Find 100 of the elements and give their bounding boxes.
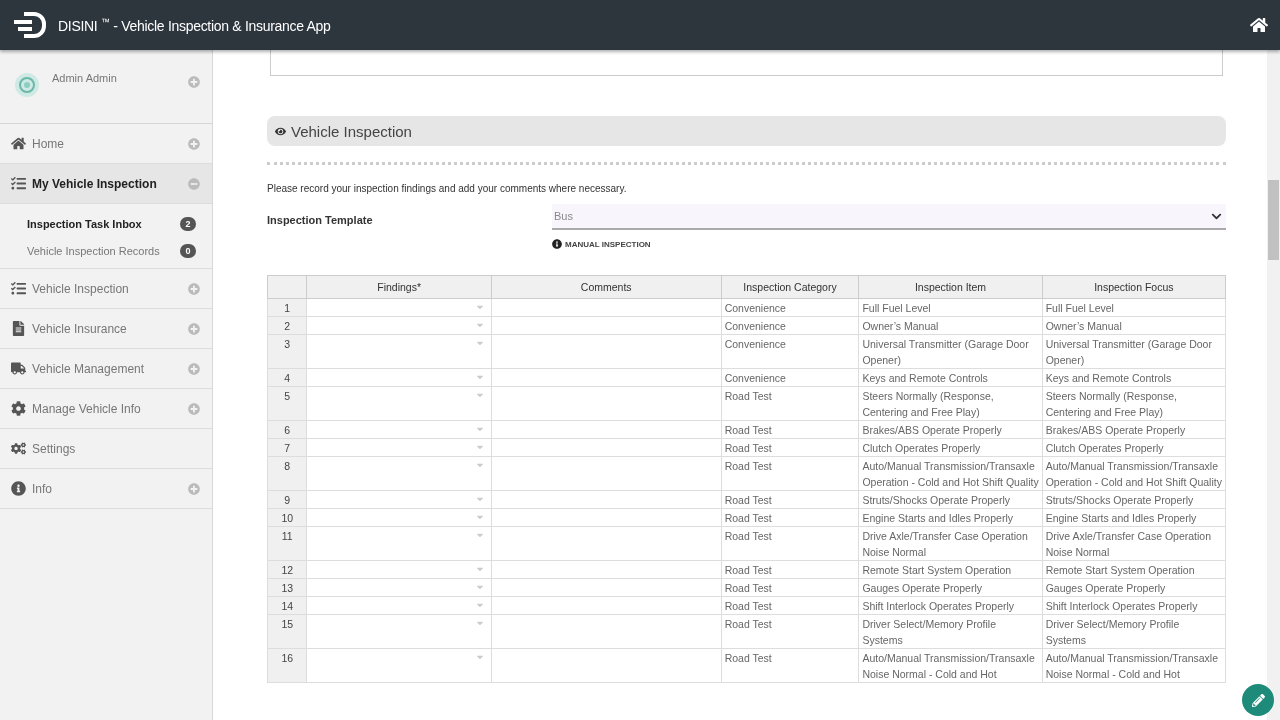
table-cell: Road Test — [721, 578, 859, 597]
user-name: Admin Admin — [52, 72, 118, 84]
collapse-icon[interactable] — [188, 177, 200, 190]
findings-select[interactable] — [307, 438, 492, 457]
sidebar-item[interactable]: Vehicle Management — [0, 349, 212, 389]
checklist-icon — [10, 281, 26, 296]
row-number: 11 — [267, 526, 307, 561]
template-select[interactable]: Bus — [552, 204, 1226, 230]
findings-select[interactable] — [307, 298, 492, 317]
sidebar-item[interactable]: Info — [0, 469, 212, 509]
findings-select[interactable] — [307, 490, 492, 509]
table-cell: Driver Select/Memory Profile Systems — [858, 614, 1043, 649]
expand-icon[interactable] — [188, 362, 200, 375]
comment-cell[interactable] — [491, 298, 722, 317]
table-cell: Keys and Remote Controls — [858, 368, 1043, 387]
findings-select[interactable] — [307, 316, 492, 335]
comment-cell[interactable] — [491, 614, 722, 649]
pencil-icon — [1251, 693, 1265, 707]
findings-select[interactable] — [307, 368, 492, 387]
table-cell: Engine Starts and Idles Properly — [1042, 508, 1226, 527]
findings-select[interactable] — [307, 596, 492, 615]
findings-select[interactable] — [307, 526, 492, 561]
table-cell: Shift Interlock Operates Properly — [1042, 596, 1226, 615]
findings-select[interactable] — [307, 386, 492, 421]
table-cell: Road Test — [721, 420, 859, 439]
table-cell: Road Test — [721, 386, 859, 421]
comment-cell[interactable] — [491, 386, 722, 421]
gears-icon — [10, 441, 26, 456]
comment-cell[interactable] — [491, 456, 722, 491]
findings-select[interactable] — [307, 578, 492, 597]
document-icon — [10, 321, 26, 336]
expand-icon[interactable] — [188, 322, 200, 335]
column-header: Inspection Category — [721, 275, 859, 299]
sidebar-item[interactable]: Vehicle Insurance — [0, 309, 212, 349]
comment-cell[interactable] — [491, 334, 722, 369]
findings-select[interactable] — [307, 420, 492, 439]
findings-select[interactable] — [307, 648, 492, 683]
findings-select[interactable] — [307, 560, 492, 579]
table-cell: Full Fuel Level — [1042, 298, 1226, 317]
expand-icon[interactable] — [188, 76, 200, 88]
logo-icon — [12, 11, 48, 39]
table-cell: Auto/Manual Transmission/Transaxle Noise Normal - Cold and Hot — [1042, 648, 1226, 683]
submenu-item[interactable]: Inspection Task Inbox 2 — [0, 210, 212, 237]
field-label: Inspection Template — [267, 214, 374, 228]
findings-select[interactable] — [307, 614, 492, 649]
table-cell: Owner’s Manual — [1042, 316, 1226, 335]
sidebar-item[interactable]: Settings — [0, 429, 212, 469]
table-cell: Road Test — [721, 614, 859, 649]
sidebar-item[interactable]: Manage Vehicle Info — [0, 389, 212, 429]
table-cell: Shift Interlock Operates Properly — [858, 596, 1043, 615]
findings-select[interactable] — [307, 334, 492, 369]
row-number: 8 — [267, 456, 307, 491]
comment-cell[interactable] — [491, 578, 722, 597]
table-cell: Driver Select/Memory Profile Systems — [1042, 614, 1226, 649]
table-cell: Steers Normally (Response, Centering and Free Play) — [858, 386, 1043, 421]
row-number: 15 — [267, 614, 307, 649]
avatar-icon — [14, 72, 40, 98]
comment-cell[interactable] — [491, 368, 722, 387]
findings-select[interactable] — [307, 508, 492, 527]
home-icon — [10, 136, 26, 151]
sidebar-item[interactable]: Vehicle Inspection — [0, 269, 212, 309]
expand-icon[interactable] — [188, 137, 200, 150]
scrollbar[interactable] — [1267, 50, 1280, 720]
comment-cell[interactable] — [491, 526, 722, 561]
edit-button[interactable] — [1242, 684, 1274, 716]
comment-cell[interactable] — [491, 438, 722, 457]
expand-icon[interactable] — [188, 482, 200, 495]
table-cell: Universal Transmitter (Garage Door Opener) — [1042, 334, 1226, 369]
table-cell: Clutch Operates Properly — [1042, 438, 1226, 457]
submenu-item[interactable]: Vehicle Inspection Records 0 — [0, 237, 212, 264]
instructions-text: Please record your inspection findings and add your comments where necessary. — [267, 183, 628, 194]
table-cell: Road Test — [721, 596, 859, 615]
expand-icon[interactable] — [188, 402, 200, 415]
settings-icon — [10, 401, 26, 416]
table-cell: Brakes/ABS Operate Properly — [1042, 420, 1226, 439]
table-cell: Struts/Shocks Operate Properly — [1042, 490, 1226, 509]
comment-cell[interactable] — [491, 316, 722, 335]
column-header: Inspection Item — [858, 275, 1043, 299]
expand-icon[interactable] — [188, 282, 200, 295]
home-icon[interactable] — [1250, 16, 1268, 34]
comment-cell[interactable] — [491, 490, 722, 509]
table-cell: Gauges Operate Properly — [1042, 578, 1226, 597]
table-cell: Universal Transmitter (Garage Door Opener) — [858, 334, 1043, 369]
comment-cell[interactable] — [491, 420, 722, 439]
note-text: MANUAL INSPECTION — [565, 239, 651, 249]
truck-icon — [10, 361, 26, 376]
table-cell: Remote Start System Operation — [1042, 560, 1226, 579]
table-cell: Road Test — [721, 560, 859, 579]
info-icon — [10, 481, 26, 496]
table-cell: Road Test — [721, 648, 859, 683]
comment-cell[interactable] — [491, 648, 722, 683]
comment-cell[interactable] — [491, 560, 722, 579]
table-cell: Road Test — [721, 438, 859, 457]
table-cell: Auto/Manual Transmission/Transaxle Noise Normal - Cold and Hot — [858, 648, 1043, 683]
findings-select[interactable] — [307, 456, 492, 491]
comment-cell[interactable] — [491, 508, 722, 527]
comment-cell[interactable] — [491, 596, 722, 615]
sidebar-item[interactable]: My Vehicle Inspection — [0, 164, 212, 204]
app-title: DISINI $^{™}$ - Vehicle Inspection & Insurance App — [58, 16, 331, 34]
column-header: Inspection Focus — [1042, 275, 1226, 299]
